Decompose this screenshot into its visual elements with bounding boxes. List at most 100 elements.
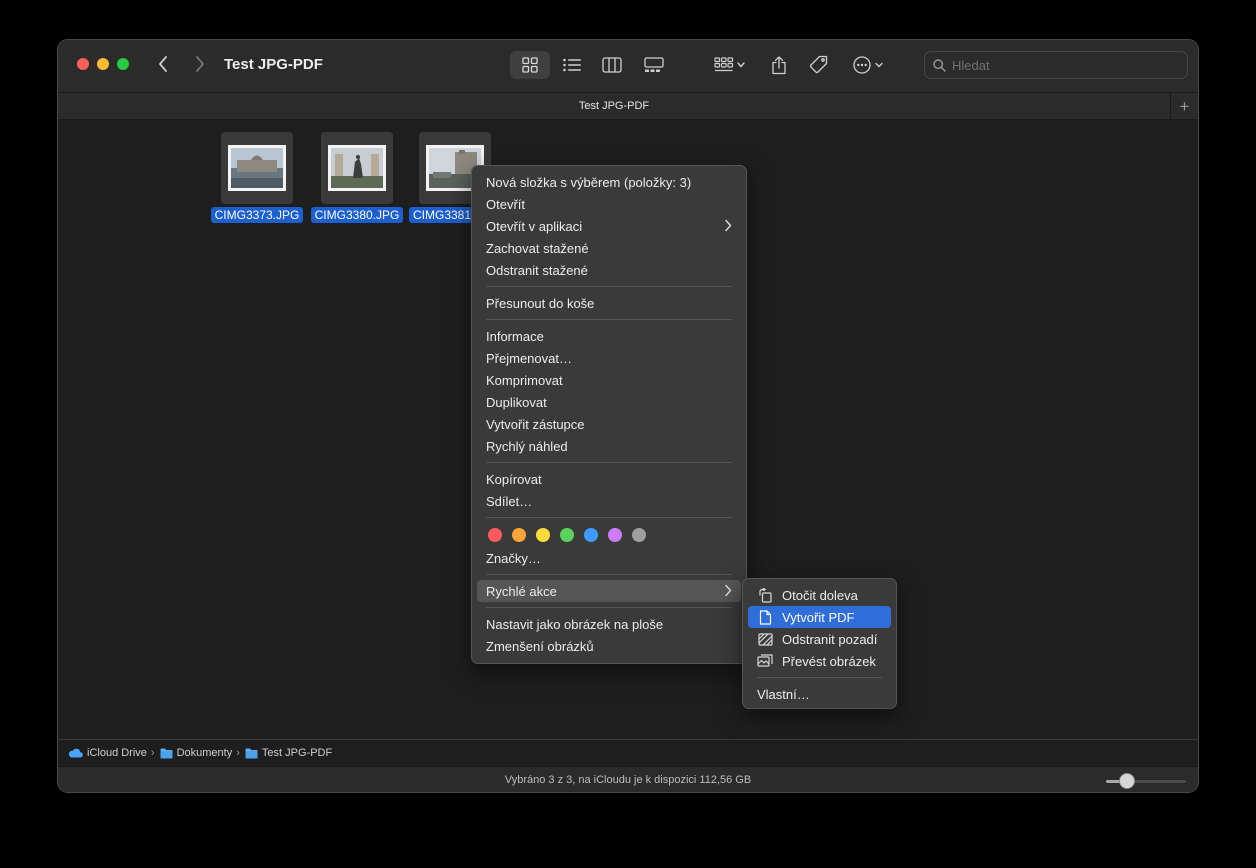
column-view-button[interactable]: [592, 51, 632, 79]
tag-color-blue[interactable]: [584, 528, 598, 542]
chevron-right-icon: [196, 56, 204, 72]
menu-item-get-info[interactable]: Informace: [477, 325, 741, 347]
zoom-button[interactable]: [117, 58, 129, 70]
menu-item-open[interactable]: Otevřít: [477, 193, 741, 215]
folder-icon: [160, 748, 173, 758]
menu-item-move-to-trash[interactable]: Přesunout do koše: [477, 292, 741, 314]
gallery-view-button[interactable]: [634, 51, 674, 79]
tag-color-yellow[interactable]: [536, 528, 550, 542]
new-tab-button[interactable]: +: [1170, 93, 1198, 120]
chevron-left-icon: [159, 56, 167, 72]
menu-item-tags[interactable]: Značky…: [477, 547, 741, 569]
slider-knob[interactable]: [1119, 773, 1135, 789]
file-name[interactable]: CIMG3381: [409, 207, 476, 223]
tag-color-orange[interactable]: [512, 528, 526, 542]
chevron-right-icon: [725, 219, 732, 232]
menu-separator: [486, 462, 732, 463]
tag-color-purple[interactable]: [608, 528, 622, 542]
path-bar: iCloud Drive › Dokumenty › Test JPG-PDF: [58, 739, 1198, 766]
menu-item-set-desktop-picture[interactable]: Nastavit jako obrázek na ploše: [477, 613, 741, 635]
file-thumbnail[interactable]: [221, 132, 293, 204]
pdf-document-icon: [757, 609, 773, 625]
file-item[interactable]: CIMG3373.JPG: [210, 132, 304, 224]
grid-icon: [522, 57, 538, 73]
rotate-left-icon: [757, 587, 773, 603]
chevron-right-icon: [725, 584, 732, 597]
menu-item-compress[interactable]: Komprimovat: [477, 369, 741, 391]
icon-size-slider[interactable]: [1106, 780, 1186, 783]
submenu-item-create-pdf[interactable]: Vytvořit PDF: [748, 606, 891, 628]
menu-item-open-with[interactable]: Otevřít v aplikaci: [477, 215, 741, 237]
gallery-icon: [644, 57, 664, 72]
tag-color-red[interactable]: [488, 528, 502, 542]
context-menu: Nová složka s výběrem (položky: 3) Otevř…: [471, 165, 747, 664]
tab-bar: Test JPG-PDF +: [58, 92, 1198, 120]
menu-item-make-alias[interactable]: Vytvořit zástupce: [477, 413, 741, 435]
search-icon: [933, 58, 946, 72]
menu-item-new-folder-with-selection[interactable]: Nová složka s výběrem (položky: 3): [477, 171, 741, 193]
columns-icon: [602, 57, 622, 73]
submenu-item-label: Otočit doleva: [782, 587, 858, 603]
path-label: iCloud Drive: [87, 747, 147, 759]
tab-current[interactable]: Test JPG-PDF: [58, 100, 1170, 112]
file-name[interactable]: CIMG3380.JPG: [310, 207, 404, 223]
file-thumbnail[interactable]: [321, 132, 393, 204]
menu-item-quick-look[interactable]: Rychlý náhled: [477, 435, 741, 457]
forward-button[interactable]: [188, 52, 212, 76]
submenu-item-convert-image[interactable]: Převést obrázek: [748, 650, 891, 672]
chevron-right-icon: ›: [150, 747, 155, 759]
menu-item-quick-actions[interactable]: Rychlé akce: [477, 580, 741, 602]
list-view-button[interactable]: [552, 51, 592, 79]
menu-separator: [486, 319, 732, 320]
minimize-button[interactable]: [97, 58, 109, 70]
tag-colors: [477, 523, 741, 547]
submenu-item-customize[interactable]: Vlastní…: [748, 683, 891, 705]
path-segment[interactable]: Test JPG-PDF: [245, 747, 332, 759]
path-segment[interactable]: Dokumenty: [160, 747, 233, 759]
submenu-item-remove-background[interactable]: Odstranit pozadí: [748, 628, 891, 650]
menu-separator: [486, 607, 732, 608]
tag-icon: [809, 55, 828, 74]
back-button[interactable]: [151, 52, 175, 76]
file-item[interactable]: CIMG3380.JPG: [309, 132, 405, 224]
share-button[interactable]: [764, 51, 794, 79]
close-button[interactable]: [77, 58, 89, 70]
path-label: Dokumenty: [176, 747, 233, 759]
window-title: Test JPG-PDF: [224, 56, 323, 73]
submenu-item-label: Odstranit pozadí: [782, 631, 878, 647]
list-icon: [563, 58, 581, 72]
search-field[interactable]: Hledat: [924, 51, 1188, 79]
menu-item-label: Rychlé akce: [486, 583, 557, 599]
menu-item-copy[interactable]: Kopírovat: [477, 468, 741, 490]
group-button[interactable]: [710, 51, 750, 79]
tag-button[interactable]: [804, 51, 834, 79]
toolbar: Test JPG-PDF Hledat: [58, 40, 1198, 92]
menu-separator: [757, 677, 882, 678]
menu-item-label: Otevřít v aplikaci: [486, 218, 583, 234]
submenu-item-rotate-left[interactable]: Otočit doleva: [748, 584, 891, 606]
menu-item-remove-download[interactable]: Odstranit stažené: [477, 259, 741, 281]
menu-item-rename[interactable]: Přejmenovat…: [477, 347, 741, 369]
more-icon: [853, 56, 883, 74]
file-name[interactable]: CIMG3373.JPG: [210, 207, 304, 223]
menu-separator: [486, 517, 732, 518]
photo-thumbnail-icon: [331, 148, 383, 188]
status-bar: Vybráno 3 z 3, na iCloudu je k dispozici…: [58, 766, 1198, 792]
status-text: Vybráno 3 z 3, na iCloudu je k dispozici…: [504, 774, 752, 786]
menu-item-share[interactable]: Sdílet…: [477, 490, 741, 512]
more-actions-button[interactable]: [848, 51, 888, 79]
menu-item-keep-downloaded[interactable]: Zachovat stažené: [477, 237, 741, 259]
menu-separator: [486, 286, 732, 287]
tag-color-green[interactable]: [560, 528, 574, 542]
remove-background-icon: [757, 631, 773, 647]
convert-image-icon: [757, 653, 773, 669]
folder-icon: [245, 748, 258, 758]
cloud-icon: [68, 748, 83, 758]
photo-thumbnail-icon: [231, 148, 283, 188]
icon-view-button[interactable]: [510, 51, 550, 79]
path-segment[interactable]: iCloud Drive: [68, 747, 147, 759]
menu-item-duplicate[interactable]: Duplikovat: [477, 391, 741, 413]
menu-item-resize-images[interactable]: Zmenšení obrázků: [477, 635, 741, 657]
tag-color-gray[interactable]: [632, 528, 646, 542]
menu-separator: [486, 574, 732, 575]
